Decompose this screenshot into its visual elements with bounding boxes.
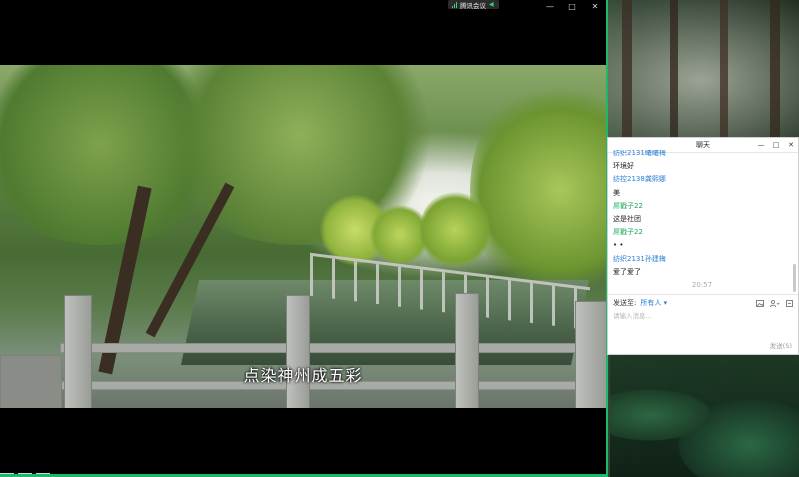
meeting-app-name: 腾讯会议 (460, 1, 486, 10)
chat-title: 聊天 (696, 141, 710, 149)
chat-maximize-button[interactable]: □ (771, 140, 781, 150)
message-sender: 纺织2131曦曦梅 (613, 150, 666, 157)
message-text: • • (613, 241, 624, 250)
video-subtitle: 点染神州成五彩 (243, 366, 363, 385)
signal-icon (452, 1, 457, 8)
meeting-titlebar: 腾讯会议 ◀ — □ ✕ (0, 0, 606, 14)
message-sender: 屌戳子22 (613, 201, 643, 210)
chat-window: 聊天 — □ ✕ 纺织2131曦曦梅 环境好 纺控2138龚熙娜 美 屌戳子22… (607, 137, 799, 355)
chat-close-button[interactable]: ✕ (786, 140, 796, 150)
message-timestamp: 20:57 (691, 280, 713, 289)
meeting-maximize-button[interactable]: □ (566, 2, 578, 12)
message-sender: 屌戳子22 (613, 228, 643, 237)
meeting-close-button[interactable]: ✕ (589, 2, 601, 12)
recipient-dropdown[interactable]: 所有人 ▾ (640, 298, 667, 308)
bush (420, 190, 490, 270)
meeting-minimize-button[interactable]: — (544, 2, 556, 12)
shared-video[interactable]: 点染神州成五彩 (0, 65, 606, 408)
message-text: 美 (613, 188, 620, 197)
message-text: 爱了爱了 (613, 267, 641, 276)
message-text: 这是社团 (613, 214, 641, 223)
message-text: 环境好 (613, 162, 634, 171)
more-icon[interactable] (786, 299, 793, 307)
chat-minimize-button[interactable]: — (756, 140, 766, 150)
user-mention-icon[interactable] (770, 299, 780, 307)
send-to-label: 发送至: (613, 299, 637, 307)
chat-scrollbar[interactable] (793, 264, 796, 292)
message-sender: 纺控2138龚熙娜 (613, 175, 666, 184)
willow-tree-right (470, 75, 606, 305)
send-target-row: 发送至: 所有人 ▾ (613, 298, 793, 308)
speaker-icon: ◀ (489, 0, 494, 8)
chat-divider (608, 294, 798, 295)
image-icon[interactable] (756, 299, 764, 307)
message-input[interactable] (613, 310, 763, 322)
stone-railing (0, 293, 606, 408)
chat-message-list[interactable]: 纺织2131曦曦梅 环境好 纺控2138龚熙娜 美 屌戳子22 这是社团 屌戳子… (613, 150, 791, 296)
desktop-wallpaper: 腾讯会议 ◀ — □ ✕ 点染神州成五彩 聊天 — □ ✕ 纺织2131曦曦梅 … (0, 0, 799, 477)
meeting-window: 腾讯会议 ◀ — □ ✕ 点染神州成五彩 (0, 0, 608, 477)
message-sender: 纺织2131孙建梅 (613, 254, 666, 263)
meeting-app-badge[interactable]: 腾讯会议 ◀ (448, 0, 499, 10)
send-button[interactable]: 发送(S) (770, 340, 792, 350)
